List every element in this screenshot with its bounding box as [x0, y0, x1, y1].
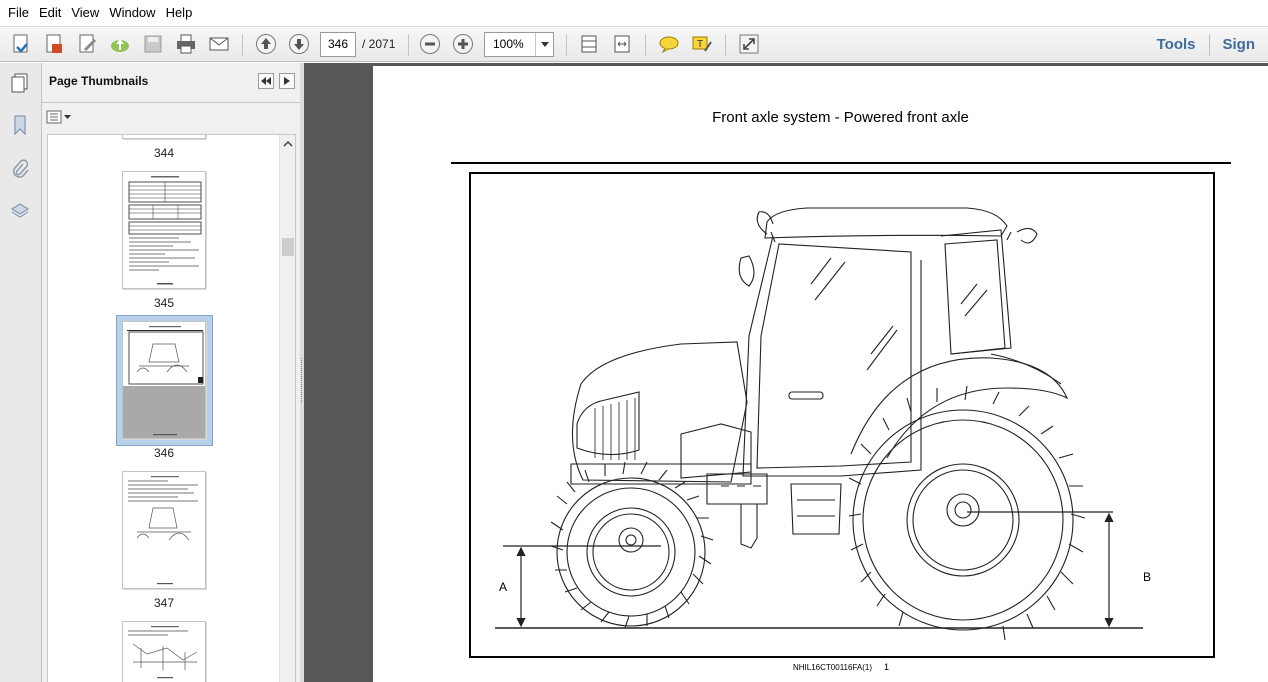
- bookmark-icon: [14, 115, 26, 136]
- menu-bar: File Edit View Window Help: [0, 0, 1268, 26]
- zoom-out-button[interactable]: [416, 30, 444, 58]
- main-toolbar: 346 / 2071 100% T Tools Sign: [0, 26, 1268, 62]
- panel-title: Page Thumbnails: [49, 74, 149, 88]
- plus-circle-icon: [453, 34, 473, 54]
- file-red-icon: [46, 34, 62, 53]
- chevron-down-icon: [535, 33, 553, 56]
- toolbar-separator: [725, 34, 726, 56]
- comment-button[interactable]: [655, 30, 683, 58]
- arrow-down-circle-icon: [289, 34, 309, 54]
- thumbnail-options-button[interactable]: [46, 108, 72, 126]
- open-file-button[interactable]: [40, 30, 68, 58]
- print-button[interactable]: [172, 30, 200, 58]
- thumbnail-label-344: 344: [153, 146, 175, 160]
- double-chevron-left-icon: [261, 77, 271, 85]
- menu-help[interactable]: Help: [161, 0, 198, 26]
- thumbnail-346-preview: [123, 322, 205, 438]
- thumbnail-348-preview: [128, 626, 198, 679]
- figure-number: 1: [884, 662, 890, 672]
- page-total-label: / 2071: [362, 37, 396, 51]
- scroll-up-icon[interactable]: [280, 137, 295, 151]
- pdf-reader-window: File Edit View Window Help 346 / 2071 10…: [0, 0, 1268, 682]
- edit-pdf-button[interactable]: [74, 30, 102, 58]
- paperclip-icon: [12, 159, 29, 178]
- figure-frame: A B: [469, 172, 1215, 658]
- full-screen-button[interactable]: [735, 30, 763, 58]
- panel-expand-button[interactable]: [279, 73, 295, 89]
- scrolling-mode-button[interactable]: [575, 30, 603, 58]
- edit-document-icon: [79, 34, 96, 53]
- scrollbar-thumb[interactable]: [282, 238, 294, 256]
- minus-circle-icon: [420, 34, 440, 54]
- panel-header: Page Thumbnails: [42, 63, 300, 103]
- text-markup-icon: T: [692, 36, 712, 52]
- thumbnail-page-348[interactable]: [122, 621, 206, 682]
- upload-button[interactable]: [106, 30, 134, 58]
- envelope-icon: [209, 37, 229, 51]
- previous-page-button[interactable]: [252, 30, 280, 58]
- attachments-button[interactable]: [6, 155, 34, 183]
- dimension-label-a: A: [499, 580, 508, 594]
- toolbar-right-links: Tools Sign: [1144, 27, 1268, 63]
- toolbar-separator: [566, 34, 567, 56]
- menu-edit[interactable]: Edit: [34, 0, 66, 26]
- thumbnail-page-347[interactable]: [122, 471, 206, 589]
- dimension-label-b: B: [1143, 570, 1152, 584]
- collapse-panel-button[interactable]: [258, 73, 274, 89]
- toolbar-separator: [242, 34, 243, 56]
- thumbnail-label-346: 346: [153, 446, 175, 460]
- svg-text:T: T: [697, 39, 703, 50]
- expand-arrows-icon: [739, 34, 759, 54]
- thumbnail-page-346[interactable]: [122, 321, 206, 439]
- tractor-illustration: [495, 207, 1143, 641]
- thumbnail-label-345: 345: [153, 296, 175, 310]
- thumbnail-scrollbar[interactable]: [279, 135, 295, 682]
- zoom-level-value: 100%: [493, 37, 524, 51]
- printer-icon: [177, 34, 195, 54]
- tools-link[interactable]: Tools: [1144, 27, 1209, 63]
- page-thumbnails-button[interactable]: [6, 69, 34, 97]
- navigation-rail: [0, 63, 42, 682]
- email-button[interactable]: [205, 30, 233, 58]
- speech-bubble-icon: [659, 36, 679, 54]
- menu-window[interactable]: Window: [104, 0, 160, 26]
- cloud-upload-icon: [111, 39, 129, 52]
- menu-file[interactable]: File: [3, 0, 34, 26]
- page-thumbnails-panel: Page Thumbnails 344 345 346 347: [42, 63, 300, 682]
- sign-link[interactable]: Sign: [1210, 27, 1268, 63]
- thumbnail-page-345[interactable]: [122, 171, 206, 289]
- thumbnail-page-344[interactable]: [122, 135, 206, 139]
- document-section-title: Front axle system - Powered front axle: [712, 109, 969, 126]
- pdf-page: Front axle system - Powered front axle A…: [373, 66, 1268, 682]
- fit-page-icon: [581, 35, 597, 53]
- thumbnail-label-347: 347: [153, 596, 175, 610]
- save-disk-icon: [144, 35, 162, 53]
- fit-width-button[interactable]: [608, 30, 636, 58]
- menu-view[interactable]: View: [66, 0, 104, 26]
- zoom-in-button[interactable]: [449, 30, 477, 58]
- create-pdf-icon: [13, 34, 28, 53]
- header-rule: [451, 162, 1231, 164]
- bookmarks-button[interactable]: [6, 111, 34, 139]
- fit-width-icon: [614, 35, 630, 53]
- pages-icon: [11, 73, 28, 93]
- toolbar-separator: [645, 34, 646, 56]
- chevron-right-icon: [284, 77, 290, 85]
- layers-icon: [11, 203, 29, 218]
- save-button[interactable]: [139, 30, 167, 58]
- arrow-up-circle-icon: [256, 34, 276, 54]
- highlight-text-button[interactable]: T: [688, 30, 716, 58]
- create-pdf-button[interactable]: [8, 30, 36, 58]
- toolbar-separator: [408, 34, 409, 56]
- figure-caption: NHIL16CT00116FA(1): [793, 663, 872, 672]
- page-number-input[interactable]: 346: [320, 32, 356, 57]
- next-page-button[interactable]: [285, 30, 313, 58]
- thumbnail-list[interactable]: 344 345 346 347: [47, 134, 296, 682]
- thumbnail-345-preview: [128, 176, 202, 285]
- zoom-level-select[interactable]: 100%: [484, 32, 554, 57]
- options-menu-icon: [46, 110, 71, 124]
- thumbnail-347-preview: [128, 476, 198, 585]
- layers-button[interactable]: [6, 197, 34, 225]
